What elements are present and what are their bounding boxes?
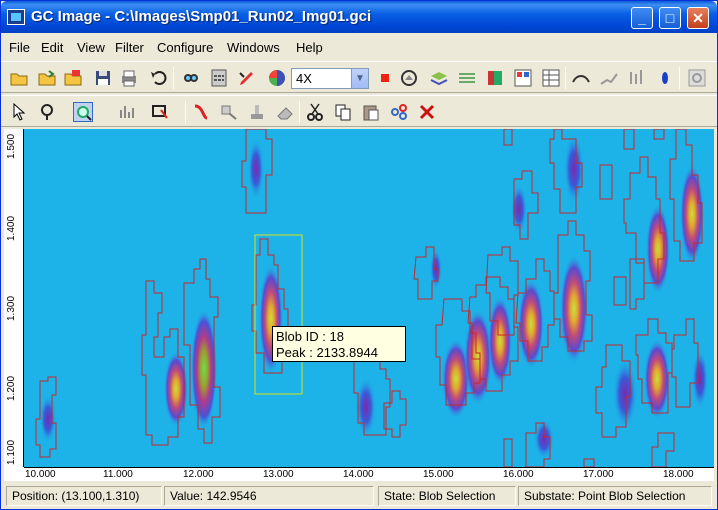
toolbar-separator <box>565 67 566 89</box>
eraser-icon[interactable] <box>275 102 295 122</box>
maximize-icon: □ <box>665 10 675 26</box>
filter-icon[interactable] <box>151 102 171 122</box>
menu-windows[interactable]: Windows <box>227 40 280 55</box>
chart-table-icon[interactable] <box>513 68 533 88</box>
transform-icon[interactable] <box>219 102 239 122</box>
print-icon[interactable] <box>119 68 139 88</box>
x-tick-label: 17.000 <box>583 469 614 480</box>
open-icon[interactable] <box>9 68 29 88</box>
zoom-select-icon[interactable] <box>73 102 93 122</box>
edit-pen-icon[interactable] <box>237 68 257 88</box>
maximize-button[interactable]: □ <box>659 7 681 29</box>
menu-filter[interactable]: Filter <box>115 40 144 55</box>
chromatogram-canvas[interactable]: Blob ID : 18 Peak : 2133.8944 <box>24 129 714 467</box>
blob-icon[interactable] <box>655 68 675 88</box>
minimize-button[interactable]: _ <box>631 7 653 29</box>
menu-bar: File Edit View Filter Configure Windows … <box>1 34 717 60</box>
rotate-icon[interactable] <box>687 68 707 88</box>
tool-toolbar <box>1 95 717 127</box>
chevron-down-icon[interactable]: ▼ <box>351 69 368 88</box>
histogram-icon[interactable] <box>117 102 137 122</box>
x-tick-label: 12.000 <box>183 469 214 480</box>
open-folder-icon[interactable] <box>37 68 57 88</box>
blob-tooltip: Blob ID : 18 Peak : 2133.8944 <box>272 326 406 362</box>
toolbar-separator <box>173 67 174 89</box>
graph3d-icon[interactable] <box>599 68 619 88</box>
x-tick-label: 13.000 <box>263 469 294 480</box>
main-toolbar: 4X ▼ <box>1 61 717 93</box>
menu-file[interactable]: File <box>9 40 30 55</box>
find-icon[interactable] <box>181 68 201 88</box>
blob-fills <box>40 134 708 459</box>
x-axis: 10.000 11.000 12.000 13.000 14.000 15.00… <box>24 467 714 481</box>
y-tick-label: 1.300 <box>6 295 17 321</box>
x-tick-label: 10.000 <box>25 469 56 480</box>
y-tick-label: 1.200 <box>6 375 17 401</box>
menu-view[interactable]: View <box>77 40 105 55</box>
delete-icon[interactable] <box>417 102 437 122</box>
y-tick-label: 1.100 <box>6 439 17 465</box>
x-tick-label: 15.000 <box>423 469 454 480</box>
tooltip-peak: Peak : 2133.8944 <box>276 345 378 360</box>
table-icon[interactable] <box>541 68 561 88</box>
lines-icon[interactable] <box>457 68 477 88</box>
status-value: Value: 142.9546 <box>164 486 374 506</box>
status-position: Position: (13.100,1.310) <box>6 486 162 506</box>
x-tick-label: 16.000 <box>503 469 534 480</box>
calculator-icon[interactable] <box>209 68 229 88</box>
x-tick-label: 14.000 <box>343 469 374 480</box>
toolbar-separator <box>679 67 680 89</box>
menu-configure[interactable]: Configure <box>157 40 213 55</box>
minimize-icon: _ <box>638 10 646 26</box>
undo-icon[interactable] <box>149 68 169 88</box>
pointer-icon[interactable] <box>9 102 29 122</box>
tooltip-blob-id: Blob ID : 18 <box>276 329 344 344</box>
stamp-icon[interactable] <box>247 102 267 122</box>
menu-help[interactable]: Help <box>296 40 323 55</box>
colorwheel-icon[interactable] <box>267 68 287 88</box>
status-state: State: Blob Selection <box>378 486 516 506</box>
window-title: GC Image - C:\Images\Smp01_Run02_Img01.g… <box>31 8 372 25</box>
zoom-value: 4X <box>296 71 312 86</box>
gc-image-view[interactable]: 1.500 1.400 1.300 1.200 1.100 Blob ID: … <box>4 129 714 481</box>
blob-image[interactable] <box>24 129 714 467</box>
menu-edit[interactable]: Edit <box>41 40 63 55</box>
app-icon <box>7 9 25 25</box>
y-tick-label: 1.500 <box>6 133 17 159</box>
template-icon[interactable] <box>191 102 211 122</box>
status-substate: Substate: Point Blob Selection <box>518 486 712 506</box>
status-bar: Position: (13.100,1.310) Value: 142.9546… <box>1 483 717 509</box>
toolbar-separator <box>299 101 300 123</box>
copy-icon[interactable] <box>333 102 353 122</box>
y-tick-label: 1.400 <box>6 215 17 241</box>
x-tick-label: 11.000 <box>103 469 133 480</box>
close-icon: ✕ <box>692 10 704 26</box>
cut-icon[interactable] <box>305 102 325 122</box>
paste-icon[interactable] <box>361 102 381 122</box>
peaks-icon[interactable] <box>627 68 647 88</box>
hand-icon[interactable] <box>399 68 419 88</box>
toolbar-separator <box>185 101 186 123</box>
group-icon[interactable] <box>389 102 409 122</box>
save-icon[interactable] <box>93 68 113 88</box>
zoom-select[interactable]: 4X ▼ <box>291 68 369 89</box>
stop-icon[interactable] <box>375 68 395 88</box>
open-image-icon[interactable] <box>63 68 83 88</box>
lasso-icon[interactable] <box>37 102 57 122</box>
app-window: GC Image - C:\Images\Smp01_Run02_Img01.g… <box>0 0 718 510</box>
x-tick-label: 18.000 <box>663 469 694 480</box>
book-icon[interactable] <box>485 68 505 88</box>
close-button[interactable]: ✕ <box>687 7 709 29</box>
y-axis: 1.500 1.400 1.300 1.200 1.100 <box>4 129 24 467</box>
layers-icon[interactable] <box>429 68 449 88</box>
view3d-icon[interactable] <box>571 68 591 88</box>
title-bar[interactable]: GC Image - C:\Images\Smp01_Run02_Img01.g… <box>1 1 717 33</box>
